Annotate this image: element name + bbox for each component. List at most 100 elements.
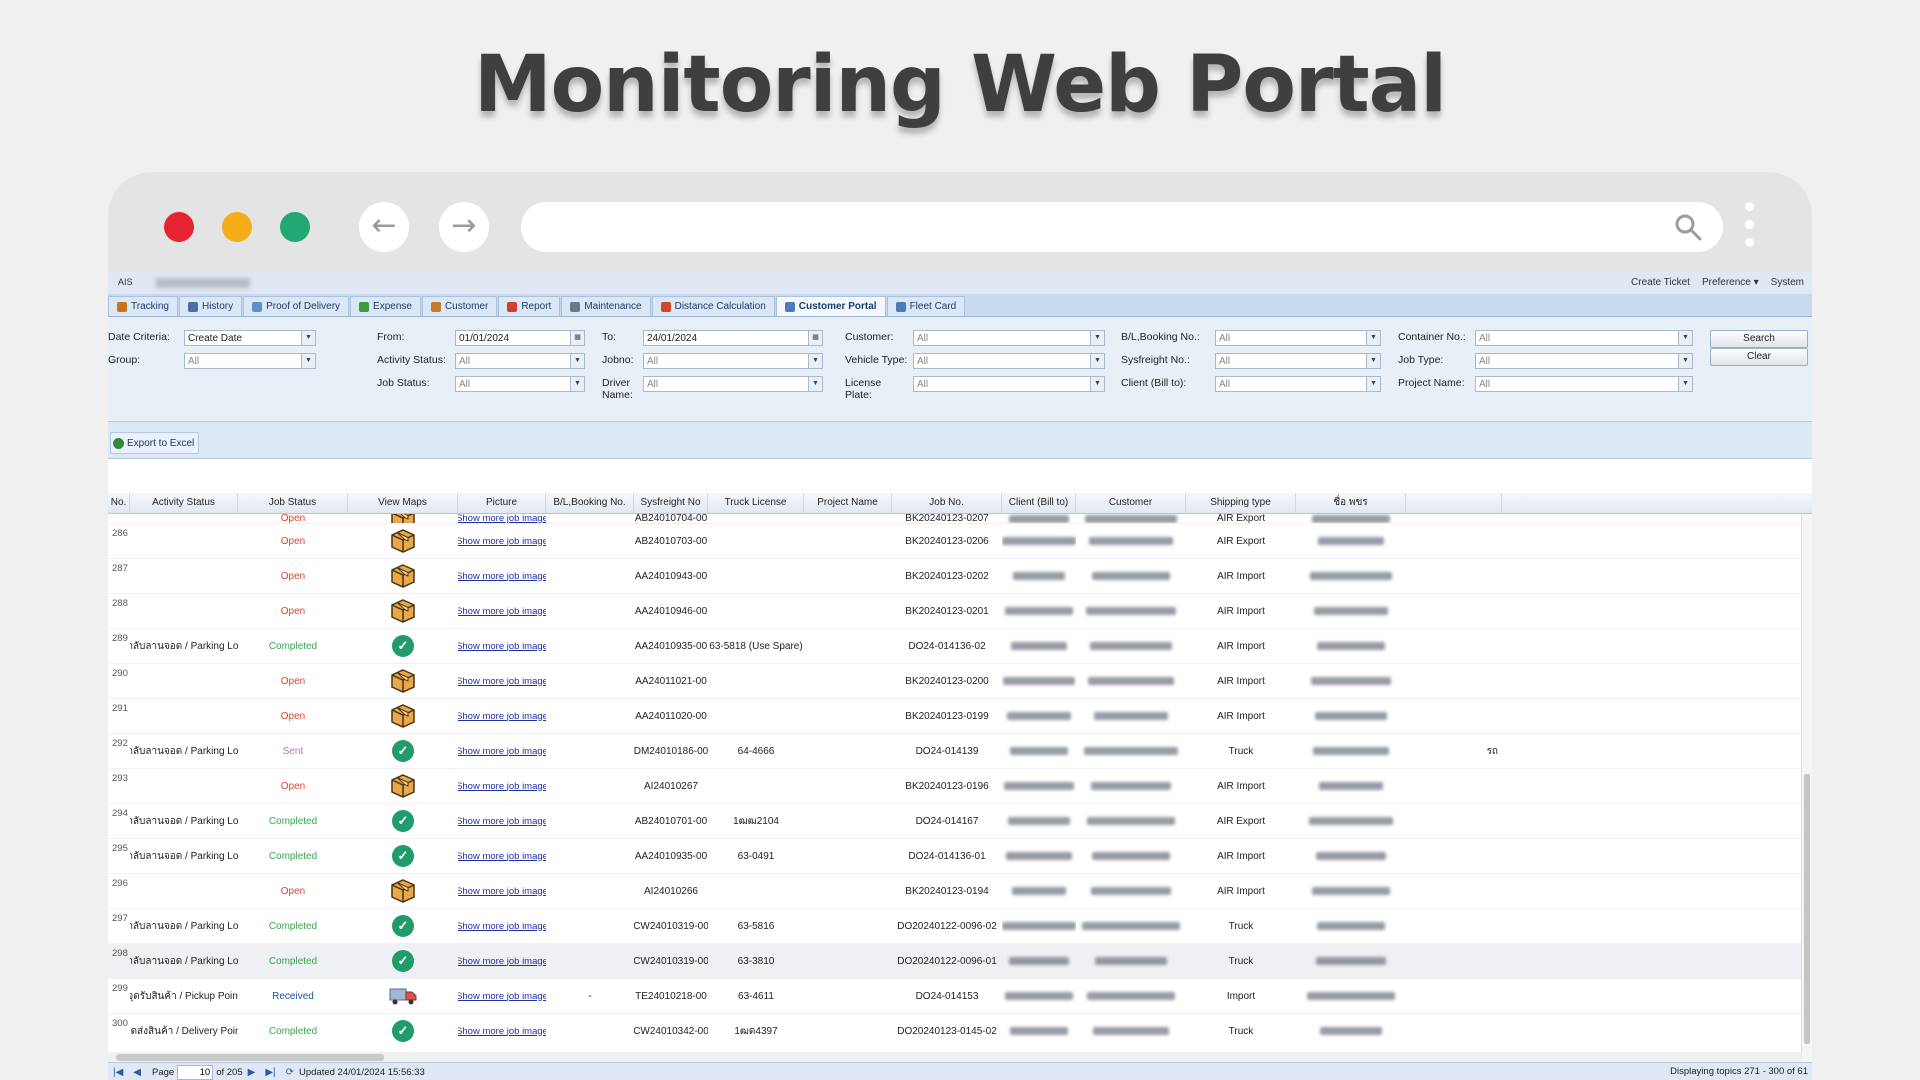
tab-maintenance[interactable]: Maintenance [561,296,651,316]
show-job-image-link[interactable]: Show more job image [458,991,546,1002]
column-header[interactable]: Shipping type [1186,493,1296,513]
search-icon[interactable] [1673,212,1703,242]
check-circle-icon[interactable]: ✓ [392,1020,414,1042]
scroll-thumb[interactable] [116,1054,384,1061]
column-header[interactable] [1406,493,1502,513]
show-job-image-link[interactable]: Show more job image [458,1026,546,1037]
column-header[interactable]: Client (Bill to) [1002,493,1076,513]
tab-proof-of-delivery[interactable]: Proof of Delivery [243,296,350,316]
show-job-image-link[interactable]: Show more job image [458,851,546,862]
column-header[interactable]: Activity Status [130,493,238,513]
license-plate-select[interactable]: All ▼ [913,376,1105,392]
show-job-image-link[interactable]: Show more job image [458,514,546,523]
table-row[interactable]: 298 กลับลานจอด / Parking Lot Completed ✓ Sho… [108,944,1802,979]
table-row[interactable]: Open Show more job image AB24010704-00 BK20… [108,514,1802,524]
check-circle-icon[interactable]: ✓ [392,740,414,762]
header-link[interactable]: Create Ticket [1631,277,1690,288]
customer-select[interactable]: All ▼ [913,330,1105,346]
forward-arrow-icon[interactable]: → [439,202,489,252]
container-select[interactable]: All ▼ [1475,330,1693,346]
show-job-image-link[interactable]: Show more job image [458,781,546,792]
from-date-field[interactable]: 01/01/2024 ▦ [455,330,585,346]
vehicle-type-select[interactable]: All ▼ [913,353,1105,369]
tab-history[interactable]: History [178,296,243,316]
column-header[interactable]: B/L,Booking No. [546,493,634,513]
column-header[interactable]: No. [108,493,130,513]
tab-report[interactable]: Report [498,296,561,316]
project-name-select[interactable]: All ▼ [1475,376,1693,392]
export-excel-button[interactable]: Export to Excel [110,432,200,454]
activity-status-select[interactable]: All ▼ [455,353,585,369]
page-number-input[interactable] [177,1064,214,1080]
maximize-window-dot[interactable] [280,212,310,242]
table-row[interactable]: 300 จุดส่งสินค้า / Delivery Point Complete… [108,1014,1802,1048]
table-row[interactable]: 291 Open Show more job image AA24011020-00 B… [108,699,1802,734]
check-circle-icon[interactable]: ✓ [392,915,414,937]
sysfreight-select[interactable]: All ▼ [1215,353,1381,369]
package-icon[interactable] [390,878,416,904]
next-page-icon[interactable]: ▶ [248,1067,256,1078]
driver-name-select[interactable]: All ▼ [643,376,823,392]
table-row[interactable]: 293 Open Show more job image AI24010267 BK20… [108,769,1802,804]
scroll-thumb[interactable] [1804,774,1810,1044]
package-icon[interactable] [390,528,416,554]
show-job-image-link[interactable]: Show more job image [458,956,546,967]
clear-button[interactable]: Clear [1710,348,1808,366]
tab-customer[interactable]: Customer [421,296,498,316]
show-job-image-link[interactable]: Show more job image [458,606,546,617]
prev-page-icon[interactable]: ◀ [133,1067,141,1078]
column-header[interactable]: View Maps [348,493,458,513]
column-header[interactable]: Customer [1076,493,1186,513]
table-row[interactable]: 299 จุดรับสินค้า / Pickup Point Received Sh… [108,979,1802,1014]
refresh-icon[interactable]: ⟳ [286,1067,294,1078]
table-row[interactable]: 294 กลับลานจอด / Parking Lot Completed ✓ Sho… [108,804,1802,839]
show-job-image-link[interactable]: Show more job image [458,746,546,757]
check-circle-icon[interactable]: ✓ [392,635,414,657]
back-arrow-icon[interactable]: ← [359,202,409,252]
table-row[interactable]: 286 Open Show more job image AB24010703-00 B… [108,524,1802,559]
table-row[interactable]: 289 กลับลานจอด / Parking Lot Completed ✓ Sho… [108,629,1802,664]
minimize-window-dot[interactable] [222,212,252,242]
calendar-icon[interactable]: ▦ [570,331,584,345]
client-select[interactable]: All ▼ [1215,376,1381,392]
truck-icon[interactable] [389,986,417,1006]
package-icon[interactable] [390,668,416,694]
close-window-dot[interactable] [164,212,194,242]
date-criteria-select[interactable]: Create Date ▼ [184,330,316,346]
column-header[interactable]: Picture [458,493,546,513]
tab-expense[interactable]: Expense [350,296,421,316]
to-date-field[interactable]: 24/01/2024 ▦ [643,330,823,346]
show-job-image-link[interactable]: Show more job image [458,816,546,827]
show-job-image-link[interactable]: Show more job image [458,711,546,722]
table-row[interactable]: 290 Open Show more job image AA24011021-00 B… [108,664,1802,699]
column-header[interactable]: Project Name [804,493,892,513]
show-job-image-link[interactable]: Show more job image [458,641,546,652]
package-icon[interactable] [390,514,416,523]
package-icon[interactable] [390,563,416,589]
check-circle-icon[interactable]: ✓ [392,810,414,832]
bl-booking-select[interactable]: All ▼ [1215,330,1381,346]
table-row[interactable]: 297 กลับลานจอด / Parking Lot Completed ✓ Sho… [108,909,1802,944]
header-link[interactable]: System [1771,277,1804,288]
show-job-image-link[interactable]: Show more job image [458,676,546,687]
column-header[interactable]: Job No. [892,493,1002,513]
table-row[interactable]: 292 กลับลานจอด / Parking Lot Sent ✓ Show mor… [108,734,1802,769]
tab-distance-calculation[interactable]: Distance Calculation [651,296,775,316]
check-circle-icon[interactable]: ✓ [392,845,414,867]
package-icon[interactable] [390,703,416,729]
first-page-icon[interactable]: |◀ [113,1067,123,1078]
search-button[interactable]: Search [1710,330,1808,348]
tab-customer-portal[interactable]: Customer Portal [775,296,886,316]
last-page-icon[interactable]: ▶| [265,1067,275,1078]
column-header[interactable]: Truck License [708,493,804,513]
header-link[interactable]: Preference ▾ [1702,277,1759,288]
tab-fleet-card[interactable]: Fleet Card [886,296,966,316]
horizontal-scrollbar[interactable] [108,1052,1802,1062]
table-row[interactable]: 288 Open Show more job image AA24010946-00 B… [108,594,1802,629]
column-header[interactable]: Sysfreight No [634,493,708,513]
show-job-image-link[interactable]: Show more job image [458,571,546,582]
show-job-image-link[interactable]: Show more job image [458,921,546,932]
table-row[interactable]: 287 Open Show more job image AA24010943-00 B… [108,559,1802,594]
jobno-select[interactable]: All ▼ [643,353,823,369]
check-circle-icon[interactable]: ✓ [392,950,414,972]
